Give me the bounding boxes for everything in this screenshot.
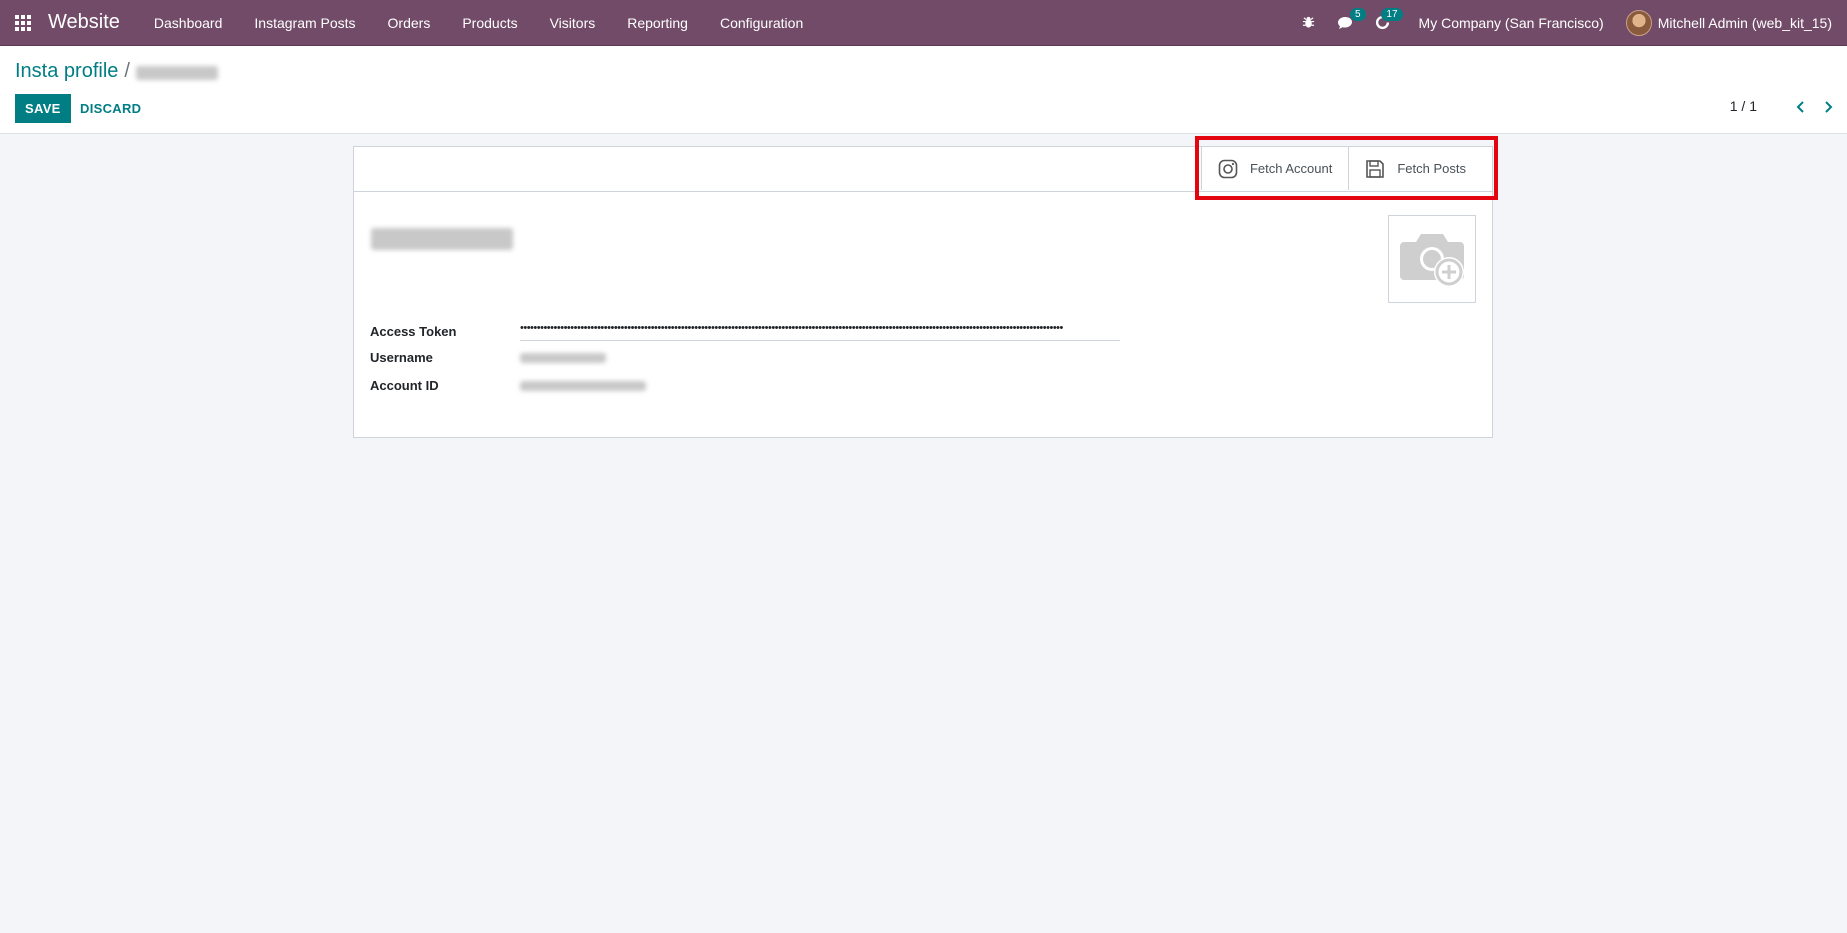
fetch-account-button[interactable]: Fetch Account [1200,147,1349,190]
username-value-redacted[interactable] [520,352,606,363]
company-switcher[interactable]: My Company (San Francisco) [1401,15,1626,31]
menu-orders[interactable]: Orders [372,0,447,46]
pager-value: 1 / 1 [1729,98,1757,114]
top-navbar: Website Dashboard Instagram Posts Orders… [0,0,1847,46]
camera-add-icon [1400,234,1464,287]
debug-icon[interactable] [1291,0,1326,46]
control-panel: Insta profile / SAVE DISCARD 1 / 1 [0,46,1847,134]
apps-menu-icon[interactable] [0,0,46,46]
account-id-row: Account ID [370,378,646,393]
button-box: Fetch Account Fetch Posts [1200,147,1492,191]
activities-icon[interactable]: 17 [1364,0,1403,46]
messages-icon[interactable]: 5 [1326,0,1366,46]
avatar [1625,9,1652,36]
discard-button[interactable]: DISCARD [72,94,149,123]
activities-badge: 17 [1381,7,1403,21]
floppy-disk-icon [1366,159,1385,178]
app-brand[interactable]: Website [48,11,120,34]
menu-dashboard[interactable]: Dashboard [138,0,239,46]
pager-previous-icon[interactable] [1790,94,1812,120]
menu-instagram-posts[interactable]: Instagram Posts [238,0,371,46]
fetch-posts-label: Fetch Posts [1397,161,1466,176]
breadcrumb: Insta profile / [15,60,218,83]
smart-button-bar: Fetch Account Fetch Posts [354,147,1492,192]
record-title-redacted [371,228,513,250]
menu-configuration[interactable]: Configuration [704,0,819,46]
menu-visitors[interactable]: Visitors [534,0,612,46]
breadcrumb-current-redacted [135,65,218,80]
instagram-icon [1218,159,1238,178]
breadcrumb-parent[interactable]: Insta profile [15,60,118,83]
breadcrumb-separator: / [124,60,130,82]
username-row: Username [370,350,606,365]
username-label: Username [370,350,433,365]
save-button[interactable]: SAVE [15,94,71,123]
form-sheet: Fetch Account Fetch Posts Access Token •… [353,146,1493,438]
user-menu[interactable]: Mitchell Admin (web_kit_15) [1625,9,1847,36]
profile-image-upload[interactable] [1388,215,1476,303]
fetch-posts-button[interactable]: Fetch Posts [1348,147,1492,190]
pager-next-icon[interactable] [1817,94,1839,120]
account-id-label: Account ID [370,378,439,393]
systray: 5 17 My Company (San Francisco) Mitchell… [1291,0,1847,46]
fetch-account-label: Fetch Account [1249,161,1333,176]
user-name: Mitchell Admin (web_kit_15) [1657,14,1832,31]
menu-reporting[interactable]: Reporting [611,0,704,46]
menu-products[interactable]: Products [446,0,533,46]
access-token-label: Access Token [370,324,457,339]
access-token-row: Access Token •••••••••••••••••••••••••••… [370,322,1120,341]
account-id-value-redacted[interactable] [520,380,646,391]
access-token-input[interactable]: ••••••••••••••••••••••••••••••••••••••••… [520,322,1120,341]
